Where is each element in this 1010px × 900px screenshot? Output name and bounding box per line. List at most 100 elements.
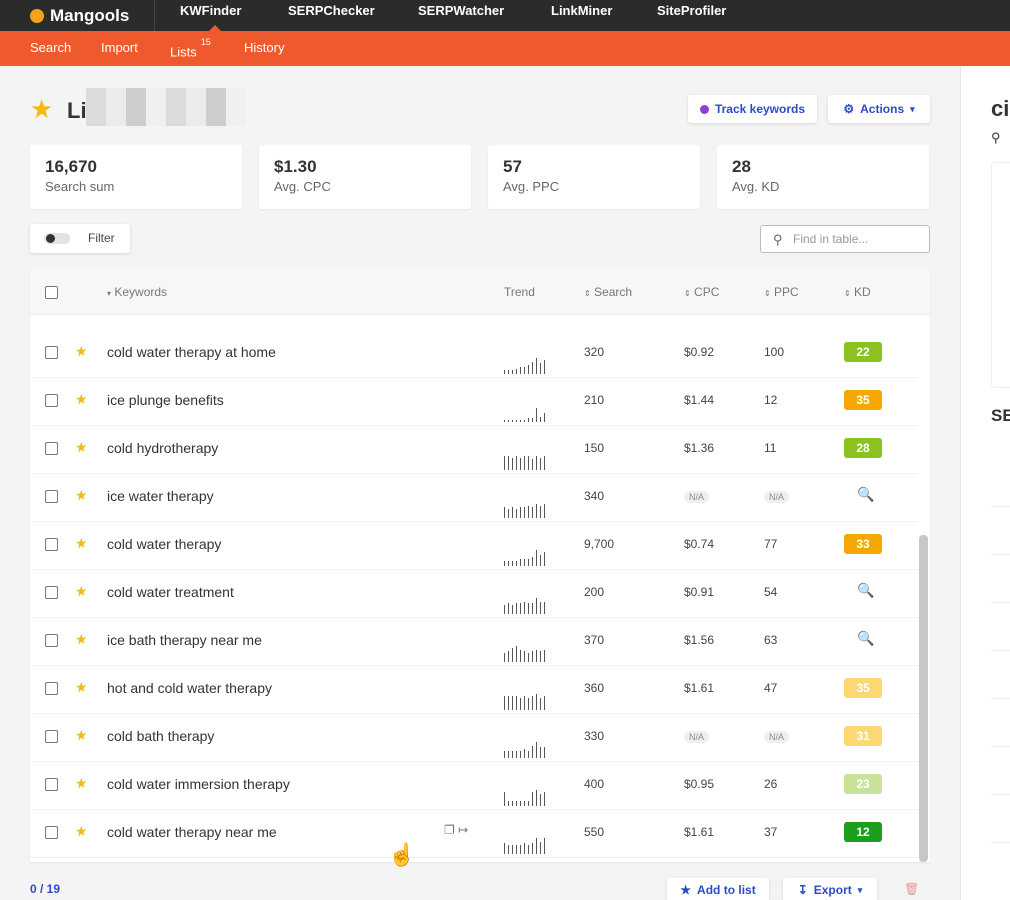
trend-bar — [508, 509, 509, 518]
table-row[interactable]: ★ cold bath therapy 330 N/A N/A 31 — [30, 714, 918, 762]
trend-bar — [520, 603, 521, 614]
nav-import[interactable]: Import — [101, 31, 138, 66]
table-row[interactable]: ★ ice plunge benefits 210 $1.44 12 35 — [30, 378, 918, 426]
column-keywords[interactable]: ▾ Keywords — [107, 285, 167, 299]
column-kd[interactable]: ⇕ KD — [844, 285, 871, 299]
keyword-text[interactable]: hot and cold water therapy — [107, 680, 272, 696]
keyword-text[interactable]: ice bath therapy near me — [107, 632, 262, 648]
copy-icon[interactable]: ❐ — [444, 823, 455, 837]
trend-bar — [544, 360, 545, 374]
row-checkbox[interactable] — [45, 778, 58, 791]
column-search[interactable]: ⇕ Search — [584, 285, 632, 299]
sort-icon: ⇕ — [584, 289, 591, 298]
stat-label: Avg. CPC — [274, 179, 331, 194]
stat-label: Avg. KD — [732, 179, 780, 194]
keyword-text[interactable]: cold water therapy at home — [107, 344, 276, 360]
arrow-right-icon[interactable]: ↦ — [458, 823, 468, 837]
keyword-text[interactable]: cold water immersion therapy — [107, 776, 290, 792]
star-icon[interactable]: ★ — [75, 727, 88, 744]
app-serpchecker[interactable]: SERPChecker — [288, 0, 375, 31]
ppc-value: N/A — [764, 489, 790, 503]
add-to-list-button[interactable]: ★ Add to list — [667, 878, 769, 900]
trend-bar — [508, 751, 509, 758]
select-all-checkbox[interactable] — [45, 286, 58, 299]
keyword-text[interactable]: cold hydrotherapy — [107, 440, 218, 456]
table-row[interactable]: ★ cold water therapy near me ❐ ↦ 550 $1.61 37… — [30, 810, 918, 858]
keyword-text[interactable]: ice water therapy — [107, 488, 214, 504]
table-row[interactable]: ★ cold water therapy at home 320 $0.92 100 22 — [30, 330, 918, 378]
table-row[interactable]: ★ hot and cold water therapy 360 $1.61 47 35 — [30, 666, 918, 714]
trend-bar — [512, 605, 513, 614]
row-checkbox[interactable] — [45, 346, 58, 359]
nav-lists[interactable]: Lists15 — [170, 31, 211, 66]
table-scrollbar[interactable] — [919, 535, 928, 862]
trend-bar — [504, 653, 505, 662]
search-icon[interactable]: 🔍 — [857, 630, 874, 647]
star-icon[interactable]: ★ — [75, 439, 88, 456]
trend-bar — [540, 794, 541, 806]
star-icon[interactable]: ★ — [75, 391, 88, 408]
actions-button[interactable]: ⚙ Actions ▾ — [828, 95, 930, 123]
table-header: ▾ Keywords Trend ⇕ Search ⇕ CPC ⇕ PPC ⇕ … — [30, 270, 930, 315]
trash-icon[interactable]: 🗑 — [904, 882, 919, 896]
export-button[interactable]: ↧ Export ▾ — [783, 878, 877, 900]
star-icon[interactable]: ★ — [75, 583, 88, 600]
cpc-value: $0.91 — [684, 585, 715, 599]
stat-value: $1.30 — [274, 157, 317, 176]
filter-toggle-button[interactable]: Filter — [30, 224, 130, 253]
table-row[interactable]: ★ ice water therapy 340 N/A N/A 🔍 — [30, 474, 918, 522]
column-cpc[interactable]: ⇕ CPC — [684, 285, 719, 299]
column-trend: Trend — [504, 285, 535, 299]
row-checkbox[interactable] — [45, 682, 58, 695]
row-checkbox[interactable] — [45, 634, 58, 647]
sort-icon: ⇕ — [844, 289, 851, 298]
nav-search[interactable]: Search — [30, 31, 71, 66]
trend-bar — [536, 456, 537, 470]
keyword-text[interactable]: ice plunge benefits — [107, 392, 224, 408]
star-icon[interactable]: ★ — [75, 775, 88, 792]
hand-cursor-icon: ☝ — [388, 842, 416, 867]
track-keywords-button[interactable]: Track keywords — [688, 95, 817, 123]
cpc-value: N/A — [684, 729, 710, 743]
trend-bar — [528, 506, 529, 518]
table-row[interactable]: ★ cold water treatment 200 $0.91 54 🔍 — [30, 570, 918, 618]
row-checkbox[interactable] — [45, 538, 58, 551]
ppc-value: 26 — [764, 777, 778, 791]
table-row[interactable]: ★ ice bath therapy near me 370 $1.56 63 🔍 — [30, 618, 918, 666]
star-icon[interactable]: ★ — [75, 631, 88, 648]
trend-bar — [512, 845, 513, 854]
row-checkbox[interactable] — [45, 586, 58, 599]
column-ppc[interactable]: ⇕ PPC — [764, 285, 799, 299]
row-checkbox[interactable] — [45, 730, 58, 743]
table-row[interactable]: ★ cold water immersion therapy 400 $0.95 26 2… — [30, 762, 918, 810]
trend-bar — [524, 420, 525, 422]
row-checkbox[interactable] — [45, 826, 58, 839]
keyword-text[interactable]: cold bath therapy — [107, 728, 214, 744]
trend-bar — [516, 646, 517, 662]
row-checkbox[interactable] — [45, 394, 58, 407]
keyword-text[interactable]: cold water therapy near me — [107, 824, 277, 840]
star-icon[interactable]: ★ — [75, 679, 88, 696]
trend-bar — [520, 845, 521, 854]
app-serpwatcher[interactable]: SERPWatcher — [418, 0, 504, 31]
table-row[interactable]: ★ cold hydrotherapy 150 $1.36 11 28 — [30, 426, 918, 474]
search-icon[interactable]: 🔍 — [857, 582, 874, 599]
trend-bar — [504, 843, 505, 854]
app-siteprofiler[interactable]: SiteProfiler — [657, 0, 726, 31]
row-checkbox[interactable] — [45, 442, 58, 455]
row-checkbox[interactable] — [45, 490, 58, 503]
trend-bar — [504, 605, 505, 614]
kd-badge: 12 — [844, 822, 882, 842]
star-icon[interactable]: ★ — [75, 823, 88, 840]
nav-history[interactable]: History — [244, 31, 284, 66]
keyword-text[interactable]: cold water treatment — [107, 584, 234, 600]
star-icon[interactable]: ★ — [75, 487, 88, 504]
table-row[interactable]: ★ cold water therapy 9,700 $0.74 77 33 — [30, 522, 918, 570]
brand[interactable]: Mangools — [30, 0, 129, 31]
star-icon[interactable]: ★ — [75, 535, 88, 552]
app-linkminer[interactable]: LinkMiner — [551, 0, 612, 31]
star-icon[interactable]: ★ — [75, 343, 88, 360]
find-in-table-input[interactable] — [793, 230, 923, 248]
keyword-text[interactable]: cold water therapy — [107, 536, 221, 552]
search-icon[interactable]: 🔍 — [857, 486, 874, 503]
